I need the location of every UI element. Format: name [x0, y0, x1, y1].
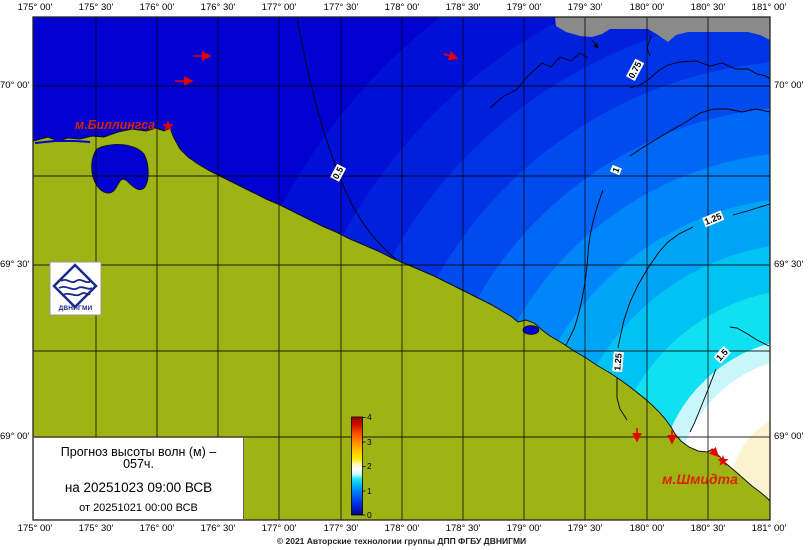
- axis-label-bottom: 177° 00': [249, 523, 309, 534]
- axis-label-top: 176° 00': [127, 2, 187, 13]
- axis-label-right: 69° 00': [774, 431, 803, 442]
- axis-label-top: 177° 00': [249, 2, 309, 13]
- forecast-base-time: от 20251021 00:00 ВСВ: [34, 502, 243, 514]
- axis-label-top: 175° 00': [5, 2, 65, 13]
- wave-forecast-map-page: 175° 00' 175° 30' 176° 00' 176° 30' 177°…: [0, 0, 810, 550]
- axis-label-bottom: 176° 30': [188, 523, 248, 534]
- axis-label-top: 179° 00': [494, 2, 554, 13]
- axis-label-top: 176° 30': [188, 2, 248, 13]
- axis-label-right: 70° 00': [774, 80, 803, 91]
- forecast-title-box: Прогноз высоты волн (м) – 057ч. на 20251…: [33, 437, 244, 520]
- colorbar-tick: 1: [367, 486, 372, 496]
- colorbar-tick: 4: [367, 412, 372, 422]
- axis-label-top: 175° 30': [66, 2, 126, 13]
- axis-label-top: 178° 00': [372, 2, 432, 13]
- axis-label-top: 178° 30': [433, 2, 493, 13]
- contour-label: 1.25: [612, 352, 624, 372]
- axis-label-top: 177° 30': [311, 2, 371, 13]
- axis-label-bottom: 177° 30': [311, 523, 371, 534]
- cape-billings-label: м.Биллингса: [70, 118, 160, 132]
- axis-label-left: 70° 00': [0, 80, 29, 91]
- forecast-title-line2: 057ч.: [34, 457, 243, 471]
- axis-label-bottom: 179° 00': [494, 523, 554, 534]
- axis-label-bottom: 175° 30': [66, 523, 126, 534]
- small-lagoon: [523, 326, 539, 335]
- colorbar-tick: 3: [367, 437, 372, 447]
- axis-label-left: 69° 00': [0, 431, 29, 442]
- axis-label-bottom: 176° 00': [127, 523, 187, 534]
- axis-label-bottom: 175° 00': [5, 523, 65, 534]
- axis-label-bottom: 181° 00': [739, 523, 799, 534]
- colorbar-tick: 2: [367, 461, 372, 471]
- axis-label-right: 69° 30': [774, 259, 803, 270]
- axis-label-left: 69° 30': [0, 259, 29, 270]
- axis-label-top: 181° 00': [739, 2, 799, 13]
- axis-label-top: 179° 30': [555, 2, 615, 13]
- cape-shmidta-label: м.Шмидта: [650, 471, 750, 487]
- axis-label-top: 180° 00': [617, 2, 677, 13]
- axis-label-bottom: 180° 00': [617, 523, 677, 534]
- axis-label-top: 180° 30': [678, 2, 738, 13]
- copyright-line: © 2021 Авторские технологии группы ДПП Ф…: [33, 536, 770, 546]
- axis-label-bottom: 179° 30': [555, 523, 615, 534]
- forecast-valid-time: на 20251023 09:00 ВСВ: [34, 480, 243, 495]
- axis-label-bottom: 180° 30': [678, 523, 738, 534]
- axis-label-bottom: 178° 00': [372, 523, 432, 534]
- dvnigmi-logo-label: ДВНИГМИ: [50, 305, 101, 312]
- axis-label-bottom: 178° 30': [433, 523, 493, 534]
- colorbar-tick: 0: [367, 510, 372, 520]
